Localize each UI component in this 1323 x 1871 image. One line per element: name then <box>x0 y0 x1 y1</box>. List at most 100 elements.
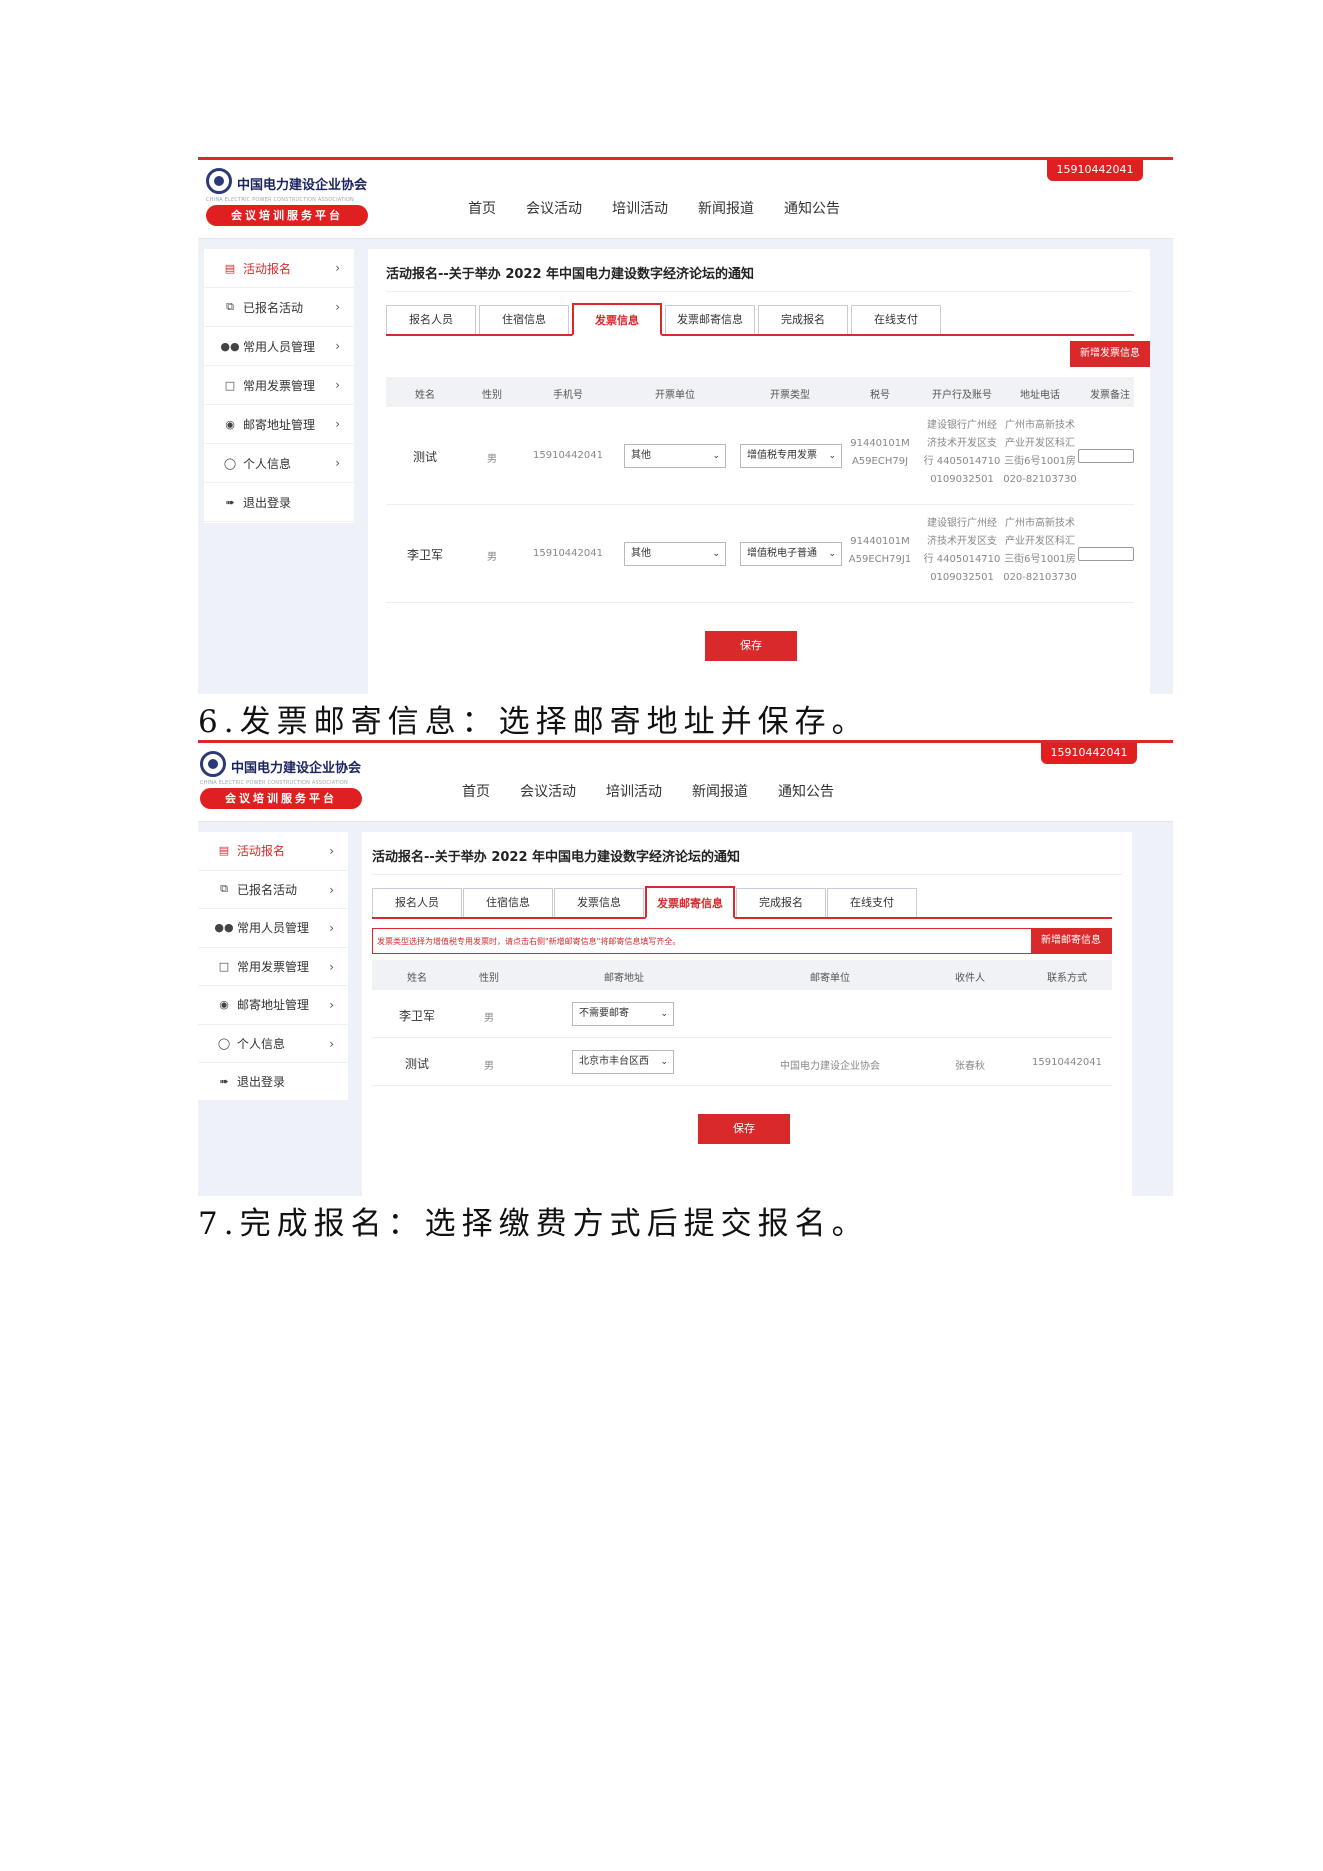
site-header: 中国电力建设企业协会 CHINA ELECTRIC POWER CONSTRUC… <box>198 740 1173 822</box>
chevron-right-icon: › <box>335 339 340 353</box>
chevron-right-icon: › <box>335 261 340 275</box>
add-mailing-button[interactable]: 新增邮寄信息 <box>1031 929 1111 953</box>
logout-icon: ➠ <box>219 1075 229 1089</box>
sidebar-item-addresses[interactable]: ◉ 邮寄地址管理 › <box>204 405 354 444</box>
nav-trainings[interactable]: 培训活动 <box>606 781 662 801</box>
site-header: 中国电力建设企业协会 CHINA ELECTRIC POWER CONSTRUC… <box>198 157 1173 239</box>
table-row: 李卫军 男 不需要邮寄 ⌄ <box>372 990 1112 1038</box>
nav-meetings[interactable]: 会议活动 <box>526 198 582 218</box>
mailing-table-header: 姓名 性别 邮寄地址 邮寄单位 收件人 联系方式 <box>372 960 1112 990</box>
platform-badge: 会议培训服务平台 <box>200 788 362 809</box>
user-phone-badge[interactable]: 15910442041 <box>1041 743 1137 764</box>
tab-complete[interactable]: 完成报名 <box>736 888 826 917</box>
add-invoice-button[interactable]: 新增发票信息 <box>1070 341 1150 367</box>
org-english-name: CHINA ELECTRIC POWER CONSTRUCTION ASSOCI… <box>206 197 354 203</box>
user-phone-badge[interactable]: 15910442041 <box>1047 160 1143 181</box>
chevron-right-icon: › <box>329 882 334 897</box>
chevron-right-icon: › <box>329 921 334 935</box>
chevron-down-icon: ⌄ <box>660 1057 668 1067</box>
users-icon: ●● <box>220 339 240 353</box>
caption-step-6: 6.发票邮寄信息：选择邮寄地址并保存。 <box>198 704 869 740</box>
address-phone: 广州市高新技术 产业开发区科汇 三街6号1001房 020-82103730 <box>1003 518 1077 583</box>
invoice-type-select[interactable]: 增值税专用发票 ⌄ <box>740 444 842 468</box>
chevron-down-icon: ⌄ <box>712 549 720 559</box>
copy-icon: ⧉ <box>220 882 228 896</box>
nav-home[interactable]: 首页 <box>468 198 496 218</box>
document-icon: ▤ <box>224 261 236 275</box>
nav-trainings[interactable]: 培训活动 <box>612 198 668 218</box>
chevron-right-icon: › <box>335 300 340 314</box>
sidebar-item-activity-signup[interactable]: ▤ 活动报名 › <box>204 249 354 288</box>
org-name: 中国电力建设企业协会 <box>231 761 362 776</box>
chevron-down-icon: ⌄ <box>712 451 720 461</box>
file-icon: □ <box>218 959 230 973</box>
org-english-name: CHINA ELECTRIC POWER CONSTRUCTION ASSOCI… <box>200 780 348 786</box>
tax-number: 91440101M A59ECH79J1 <box>848 536 912 565</box>
mailing-address-select[interactable]: 不需要邮寄 ⌄ <box>572 1002 674 1026</box>
sidebar-item-addresses[interactable]: ◉ 邮寄地址管理 › <box>198 986 348 1025</box>
nav-notices[interactable]: 通知公告 <box>784 198 840 218</box>
tab-accommodation[interactable]: 住宿信息 <box>463 888 553 917</box>
org-name: 中国电力建设企业协会 <box>237 178 368 193</box>
invoice-mailing-screenshot: 中国电力建设企业协会 CHINA ELECTRIC POWER CONSTRUC… <box>198 740 1173 1196</box>
attendee-name: 测试 <box>404 1057 430 1071</box>
address-phone: 广州市高新技术 产业开发区科汇 三街6号1001房 020-82103730 <box>1003 420 1077 485</box>
association-emblem-icon <box>200 751 226 777</box>
sidebar-item-invoices[interactable]: □ 常用发票管理 › <box>204 366 354 405</box>
save-button[interactable]: 保存 <box>705 631 797 661</box>
invoice-remark-input[interactable] <box>1078 547 1134 561</box>
sidebar-item-people[interactable]: ●● 常用人员管理 › <box>204 327 354 366</box>
sidebar-item-activity-signup[interactable]: ▤ 活动报名 › <box>198 832 348 871</box>
tab-attendees[interactable]: 报名人员 <box>386 305 476 334</box>
site-logo[interactable]: 中国电力建设企业协会 CHINA ELECTRIC POWER CONSTRUC… <box>200 751 365 815</box>
nav-news[interactable]: 新闻报道 <box>692 781 748 801</box>
attendee-name: 测试 <box>412 450 438 464</box>
invoice-info-screenshot: 中国电力建设企业协会 CHINA ELECTRIC POWER CONSTRUC… <box>198 157 1173 694</box>
main-nav: 首页 会议活动 培训活动 新闻报道 通知公告 <box>468 198 840 218</box>
page-title: 活动报名--关于举办 2022 年中国电力建设数字经济论坛的通知 <box>386 267 755 282</box>
nav-home[interactable]: 首页 <box>462 781 490 801</box>
invoice-unit-select[interactable]: 其他 ⌄ <box>624 444 726 468</box>
mailing-address-select[interactable]: 北京市丰台区西 ⌄ <box>572 1050 674 1074</box>
contact-phone: 15910442041 <box>1032 1057 1102 1068</box>
title-divider <box>372 874 1122 875</box>
attendee-phone: 15910442041 <box>533 548 603 559</box>
sidebar-item-registered[interactable]: ⧉ 已报名活动 › <box>204 288 354 327</box>
nav-notices[interactable]: 通知公告 <box>778 781 834 801</box>
attendee-gender: 男 <box>487 552 497 563</box>
user-icon: ◯ <box>217 1036 231 1050</box>
attendee-name: 李卫军 <box>398 1009 436 1023</box>
sidebar-item-invoices[interactable]: □ 常用发票管理 › <box>198 948 348 986</box>
nav-meetings[interactable]: 会议活动 <box>520 781 576 801</box>
tab-invoice-mailing[interactable]: 发票邮寄信息 <box>665 305 755 334</box>
save-button[interactable]: 保存 <box>698 1114 790 1144</box>
site-logo[interactable]: 中国电力建设企业协会 CHINA ELECTRIC POWER CONSTRUC… <box>206 168 371 232</box>
tab-online-payment[interactable]: 在线支付 <box>827 888 917 917</box>
sidebar-item-people[interactable]: ●● 常用人员管理 › <box>198 909 348 948</box>
tab-online-payment[interactable]: 在线支付 <box>851 305 941 334</box>
sidebar-item-registered[interactable]: ⧉ 已报名活动 › <box>198 871 348 909</box>
sidebar-item-logout[interactable]: ➠ 退出登录 <box>204 483 354 522</box>
sidebar-item-profile[interactable]: ◯ 个人信息 › <box>204 444 354 483</box>
title-divider <box>386 291 1132 292</box>
invoice-unit-select[interactable]: 其他 ⌄ <box>624 542 726 566</box>
attendee-gender: 男 <box>487 454 497 465</box>
tab-attendees[interactable]: 报名人员 <box>372 888 462 917</box>
tab-invoice-info[interactable]: 发票信息 <box>554 888 644 917</box>
tab-invoice-mailing[interactable]: 发票邮寄信息 <box>645 886 735 919</box>
user-icon: ◯ <box>223 456 237 470</box>
attendee-name: 李卫军 <box>406 548 444 562</box>
sidebar-item-profile[interactable]: ◯ 个人信息 › <box>198 1025 348 1063</box>
sidebar-item-logout[interactable]: ➠ 退出登录 <box>198 1063 348 1102</box>
tab-accommodation[interactable]: 住宿信息 <box>479 305 569 334</box>
tab-invoice-info[interactable]: 发票信息 <box>572 303 662 336</box>
bank-account: 建设银行广州经 济技术开发区支行 4405014710 0109032501 <box>923 420 1001 485</box>
mailing-unit: 中国电力建设企业协会 <box>780 1061 880 1072</box>
nav-news[interactable]: 新闻报道 <box>698 198 754 218</box>
invoice-remark-input[interactable] <box>1078 449 1134 463</box>
table-row: 李卫军 男 15910442041 其他 ⌄ 增值税电子普通 ⌄ 91440101M… <box>386 505 1134 603</box>
step-tabs: 报名人员 住宿信息 发票信息 发票邮寄信息 完成报名 在线支付 <box>386 303 1134 336</box>
invoice-mailing-notice: 发票类型选择为增值税专用发票时，请点击右侧"新增邮寄信息"将邮寄信息填写齐全。 … <box>372 928 1112 954</box>
invoice-type-select[interactable]: 增值税电子普通 ⌄ <box>740 542 842 566</box>
tab-complete[interactable]: 完成报名 <box>758 305 848 334</box>
